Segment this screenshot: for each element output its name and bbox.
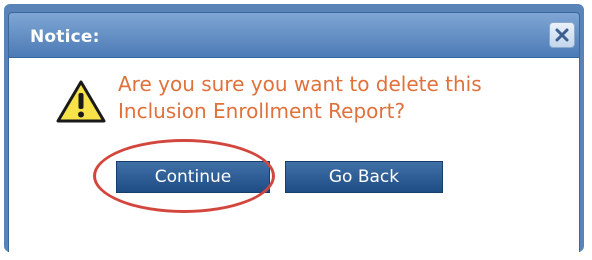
close-button[interactable] xyxy=(549,22,575,48)
warning-triangle-icon xyxy=(56,80,106,123)
confirmation-message: Are you sure you want to delete this Inc… xyxy=(118,72,482,123)
close-icon xyxy=(555,28,569,42)
go-back-button[interactable]: Go Back xyxy=(285,161,443,193)
dialog-title: Notice: xyxy=(30,27,100,47)
screenshot-stage: Notice: Are you sure you want to delete … xyxy=(0,0,592,260)
continue-button[interactable]: Continue xyxy=(116,161,270,193)
